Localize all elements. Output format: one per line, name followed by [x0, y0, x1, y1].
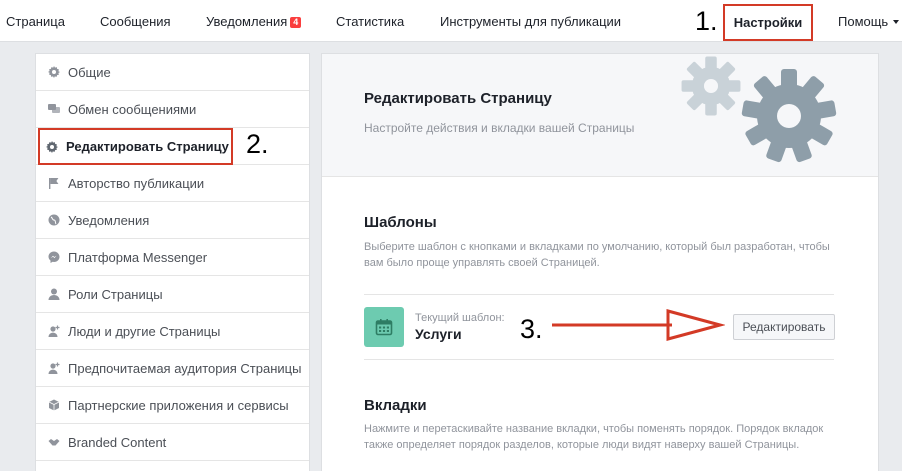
gear-icon — [741, 69, 837, 163]
divider — [364, 294, 834, 295]
globe-icon — [48, 214, 60, 226]
panel-header: Редактировать Страницу Настройте действи… — [322, 54, 878, 177]
sidebar-item-label: Платформа Messenger — [68, 249, 208, 265]
tabs-description: Нажмите и перетаскивайте название вкладк… — [364, 423, 824, 451]
nav-settings[interactable]: Настройки — [723, 4, 813, 41]
page-subtitle: Настройте действия и вкладки вашей Стран… — [364, 121, 635, 135]
sidebar-item-label: Партнерские приложения и сервисы — [68, 397, 289, 413]
nav-settings-label: Настройки — [733, 15, 803, 30]
chat-icon — [48, 103, 60, 115]
sidebar-item-messenger-platform[interactable]: Платформа Messenger — [36, 239, 309, 276]
sidebar-item-label: Branded Content — [68, 434, 167, 450]
gear-icon — [681, 56, 741, 116]
flag-icon — [48, 177, 60, 189]
sidebar-item-page-roles[interactable]: Роли Страницы — [36, 276, 309, 313]
settings-sidebar: Общие Обмен сообщениями Авторство публик… — [35, 53, 310, 471]
sidebar-item-partner-apps[interactable]: Партнерские приложения и сервисы — [36, 387, 309, 424]
annotation-step-3: 3. — [520, 314, 543, 344]
tabs-title: Вкладки — [364, 397, 427, 414]
sidebar-item-messaging[interactable]: Обмен сообщениями — [36, 91, 309, 128]
messenger-icon — [48, 251, 60, 263]
person-icon — [48, 288, 60, 300]
sidebar-item-label: Обмен сообщениями — [68, 101, 197, 117]
gear-icon — [48, 66, 60, 78]
edit-template-button[interactable]: Редактировать — [733, 314, 835, 340]
nav-page[interactable]: Страница — [6, 14, 65, 29]
nav-notifications[interactable]: Уведомления 4 — [206, 14, 302, 29]
templates-title: Шаблоны — [364, 214, 437, 231]
gear-icon — [46, 140, 58, 153]
handshake-icon — [48, 436, 60, 448]
sidebar-item-general[interactable]: Общие — [36, 54, 309, 91]
current-template-value: Услуги — [415, 326, 462, 342]
template-icon — [364, 307, 404, 347]
sidebar-item-post-attribution[interactable]: Авторство публикации — [36, 165, 309, 202]
sidebar-item-label: Авторство публикации — [68, 175, 205, 191]
sidebar-item-preferred-audience[interactable]: Предпочитаемая аудитория Страницы — [36, 350, 309, 387]
sidebar-item-notifications[interactable]: Уведомления — [36, 202, 309, 239]
notifications-badge: 4 — [290, 17, 302, 28]
person-plus-icon — [48, 325, 60, 337]
current-template-label: Текущий шаблон: — [415, 312, 505, 324]
templates-description: Выберите шаблон с кнопками и вкладками п… — [364, 241, 830, 269]
sidebar-item-label: Редактировать Страницу — [66, 139, 229, 154]
annotation-step-1: 1. — [695, 6, 718, 36]
nav-help[interactable]: Помощь — [838, 14, 900, 29]
nav-publishing-tools[interactable]: Инструменты для публикации — [440, 14, 621, 29]
nav-notifications-label: Уведомления — [206, 14, 288, 29]
annotation-arrow — [552, 309, 725, 341]
nav-help-label: Помощь — [838, 14, 889, 29]
edit-page-panel: Редактировать Страницу Настройте действи… — [321, 53, 879, 471]
sidebar-item-edit-page[interactable]: Редактировать Страницу — [38, 128, 233, 165]
cube-icon — [48, 399, 60, 411]
person-plus-icon — [48, 362, 60, 374]
sidebar-item-label: Люди и другие Страницы — [68, 323, 221, 339]
nav-insights[interactable]: Статистика — [336, 14, 404, 29]
sidebar-item-label: Предпочитаемая аудитория Страницы — [68, 360, 302, 376]
chevron-down-icon — [893, 20, 900, 24]
sidebar-item-label: Уведомления — [68, 212, 150, 228]
sidebar-item-people-and-pages[interactable]: Люди и другие Страницы — [36, 313, 309, 350]
calendar-icon — [375, 319, 393, 336]
sidebar-item-label: Общие — [68, 64, 111, 80]
page-title: Редактировать Страницу — [364, 90, 552, 107]
divider — [364, 359, 834, 360]
nav-messages[interactable]: Сообщения — [100, 14, 171, 29]
annotation-step-2: 2. — [246, 129, 269, 159]
sidebar-item-label: Роли Страницы — [68, 286, 163, 302]
sidebar-item-branded-content[interactable]: Branded Content — [36, 424, 309, 461]
